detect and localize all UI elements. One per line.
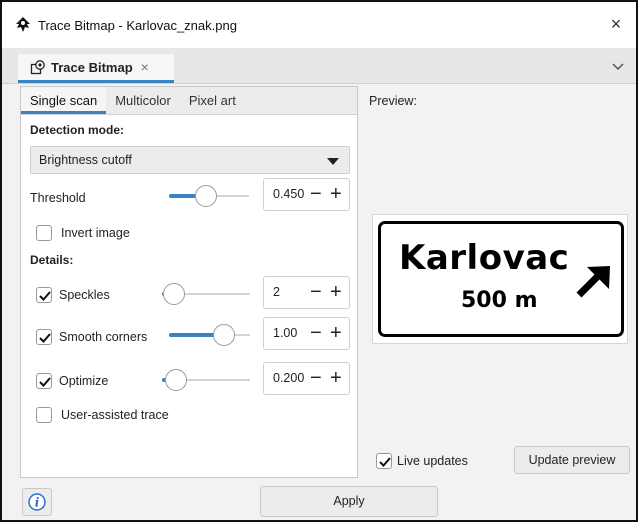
slider-knob[interactable]: [195, 185, 217, 207]
optimize-slider[interactable]: [162, 369, 250, 391]
threshold-increment-button[interactable]: +: [330, 182, 342, 206]
threshold-slider[interactable]: [169, 185, 249, 207]
dialog-footer: i Apply: [2, 480, 636, 524]
slider-knob[interactable]: [165, 369, 187, 391]
speckles-value: 2: [273, 285, 280, 299]
optimize-spinbox[interactable]: 0.200 − +: [263, 362, 350, 395]
user-assisted-trace-label: User-assisted trace: [61, 408, 169, 422]
tab-multicolor[interactable]: Multicolor: [106, 87, 180, 114]
smooth-corners-increment-button[interactable]: +: [330, 321, 342, 345]
threshold-decrement-button[interactable]: −: [310, 182, 322, 206]
optimize-increment-button[interactable]: +: [330, 366, 342, 390]
speckles-increment-button[interactable]: +: [330, 280, 342, 304]
smooth-corners-value: 1.00: [273, 326, 298, 340]
dialog-tab-strip: Trace Bitmap ×: [2, 48, 636, 84]
tab-trace-bitmap[interactable]: Trace Bitmap ×: [18, 54, 174, 83]
tab-label: Trace Bitmap: [51, 59, 133, 75]
tab-single-scan[interactable]: Single scan: [21, 87, 107, 114]
update-preview-button[interactable]: Update preview: [514, 446, 630, 474]
close-tab-icon[interactable]: ×: [141, 59, 149, 75]
trace-settings-panel: Single scan Multicolor Pixel art Detecti…: [20, 86, 358, 478]
title-bar: Trace Bitmap - Karlovac_znak.png ×: [2, 2, 636, 48]
speckles-slider[interactable]: [162, 283, 250, 305]
speckles-checkbox[interactable]: [36, 287, 52, 303]
checkmark-icon: [39, 333, 51, 343]
threshold-label: Threshold: [30, 191, 86, 205]
speckles-label: Speckles: [59, 288, 110, 302]
live-updates-label: Live updates: [397, 454, 468, 468]
close-window-button[interactable]: ×: [606, 14, 626, 34]
invert-image-label: Invert image: [61, 226, 130, 240]
info-icon: i: [28, 493, 46, 511]
optimize-checkbox[interactable]: [36, 373, 52, 389]
slider-fill: [169, 333, 217, 337]
optimize-label: Optimize: [59, 374, 109, 388]
tab-pixel-art[interactable]: Pixel art: [180, 87, 245, 114]
trace-mode-tabs: Single scan Multicolor Pixel art: [21, 87, 357, 115]
slider-knob[interactable]: [163, 283, 185, 305]
details-heading: Details:: [30, 253, 74, 267]
apply-button[interactable]: Apply: [260, 486, 438, 517]
checkmark-icon: [39, 377, 51, 387]
preview-image: Karlovac 500 m: [372, 214, 628, 344]
smooth-corners-spinbox[interactable]: 1.00 − +: [263, 317, 350, 350]
svg-text:i: i: [35, 496, 40, 510]
trace-bitmap-icon: [30, 60, 45, 75]
threshold-spinbox[interactable]: 0.450 − +: [263, 178, 350, 211]
smooth-corners-label: Smooth corners: [59, 330, 148, 344]
detection-mode-select[interactable]: Brightness cutoff: [30, 146, 350, 174]
road-sign-preview: Karlovac 500 m: [378, 221, 624, 337]
sign-city-text: Karlovac: [399, 238, 570, 278]
checkmark-icon: [379, 457, 391, 467]
smooth-corners-slider[interactable]: [169, 324, 250, 346]
user-assisted-trace-checkbox[interactable]: [36, 407, 52, 423]
chevron-down-icon[interactable]: [610, 58, 626, 74]
dropdown-caret-icon: [327, 158, 339, 165]
detection-mode-value: Brightness cutoff: [39, 153, 132, 167]
detection-mode-heading: Detection mode:: [30, 123, 125, 137]
sign-distance-text: 500 m: [461, 288, 538, 313]
slider-knob[interactable]: [213, 324, 235, 346]
speckles-spinbox[interactable]: 2 − +: [263, 276, 350, 309]
info-button[interactable]: i: [22, 488, 52, 516]
trace-bitmap-window: Trace Bitmap - Karlovac_znak.png × Trace…: [0, 0, 638, 522]
smooth-corners-decrement-button[interactable]: −: [310, 321, 322, 345]
arrow-up-right-icon: [576, 266, 610, 298]
optimize-decrement-button[interactable]: −: [310, 366, 322, 390]
threshold-value: 0.450: [273, 187, 305, 201]
inkscape-icon: [16, 17, 30, 32]
checkmark-icon: [39, 291, 51, 301]
preview-heading: Preview:: [369, 94, 417, 108]
preview-panel: Preview: Karlovac 500 m Live updates Upd…: [364, 86, 636, 478]
invert-image-checkbox[interactable]: [36, 225, 52, 241]
optimize-value: 0.200: [273, 371, 305, 385]
smooth-corners-checkbox[interactable]: [36, 329, 52, 345]
speckles-decrement-button[interactable]: −: [310, 280, 322, 304]
live-updates-checkbox[interactable]: [376, 453, 392, 469]
window-title: Trace Bitmap - Karlovac_znak.png: [38, 17, 237, 33]
